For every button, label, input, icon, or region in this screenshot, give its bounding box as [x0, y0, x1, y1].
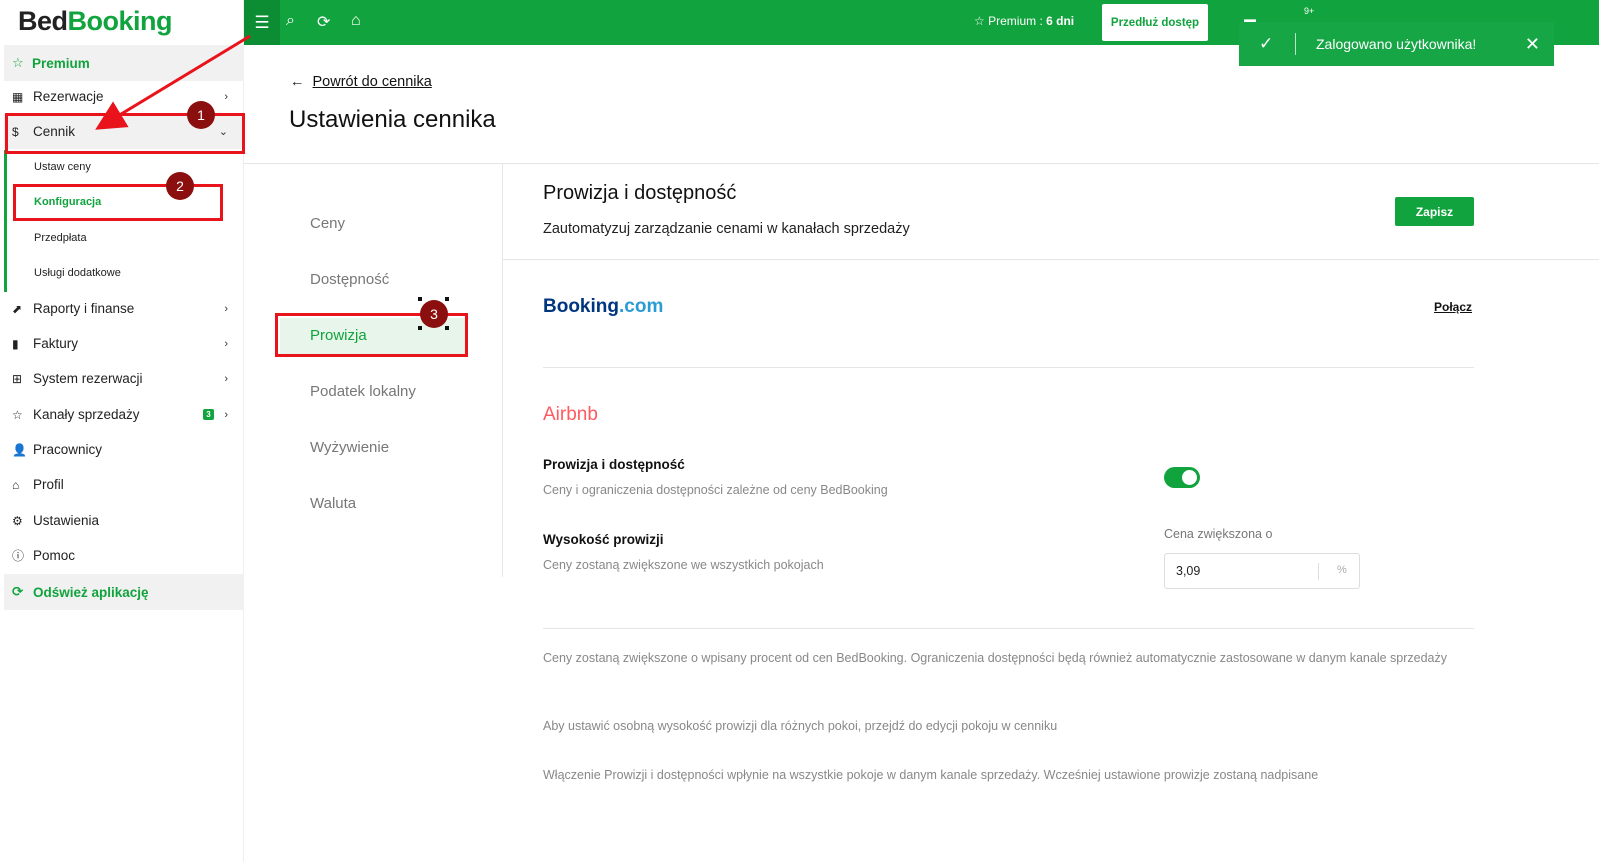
app-root: BedBooking ☆ Premium ▦ Rezerwacje › $ Ce…: [0, 0, 1599, 862]
annotation-step-1: 1: [187, 101, 215, 129]
annotation-step-3: 3: [420, 300, 448, 328]
selection-handle: [418, 297, 422, 301]
annotation-step-2: 2: [166, 172, 194, 200]
selection-handle: [418, 326, 422, 330]
annotation-arrow: [95, 34, 251, 130]
selection-handle: [445, 297, 449, 301]
selection-handle: [445, 326, 449, 330]
